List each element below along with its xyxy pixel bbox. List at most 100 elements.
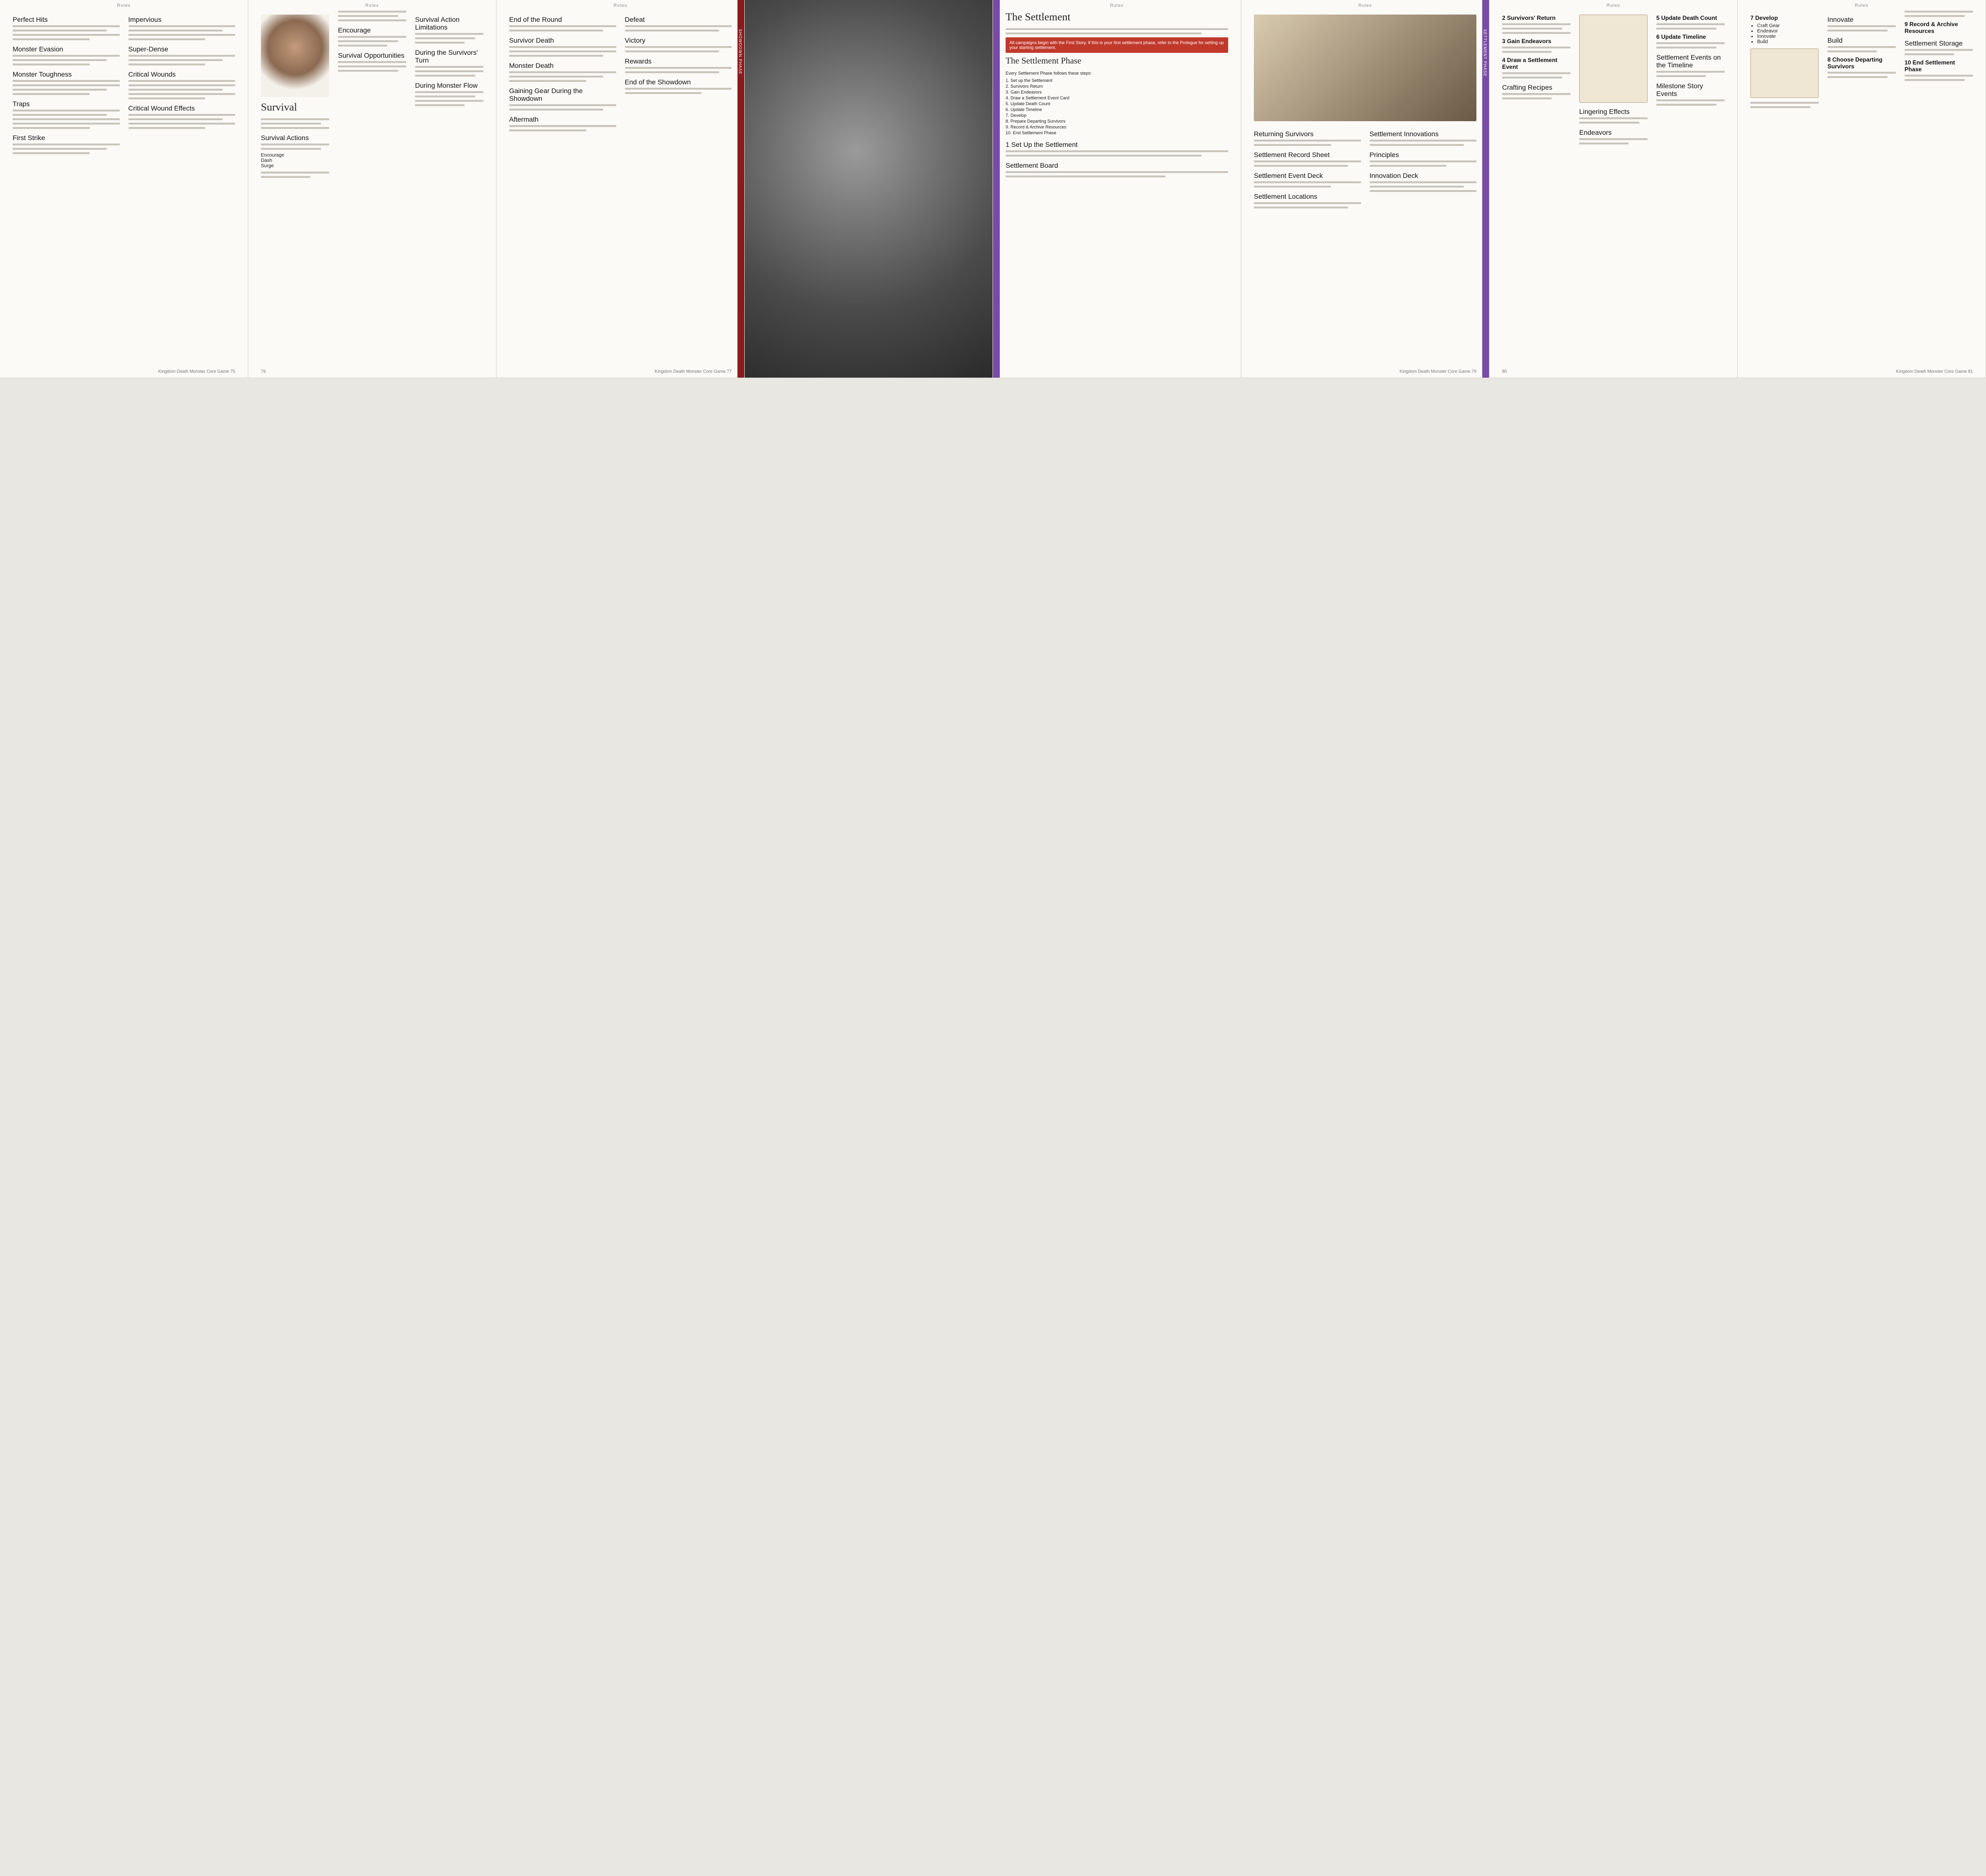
heading: End of the Showdown: [625, 78, 691, 86]
heading: During the Survivors' Turn: [415, 48, 478, 64]
running-label: Rules: [117, 3, 131, 8]
step-item: 7. Develop: [1006, 113, 1027, 118]
section-tab: SHOWDOWN PHASE: [737, 0, 744, 378]
heading: Critical Wounds: [128, 70, 176, 78]
running-label: Rules: [1358, 3, 1372, 8]
heading: Survivor Death: [509, 36, 554, 44]
step-item: 1. Set up the Settlement: [1006, 78, 1053, 83]
step-heading: 4 Draw a Settlement Event: [1502, 57, 1558, 70]
step-item: 10. End Settlement Phase: [1006, 130, 1057, 135]
heading: Principles: [1369, 151, 1399, 159]
step-heading: 10 End Settlement Phase: [1905, 59, 1955, 73]
heading: Monster Toughness: [13, 70, 72, 78]
step-heading: 6 Update Timeline: [1656, 33, 1706, 40]
heading: End of the Round: [509, 16, 562, 23]
step-heading: 5 Update Death Count: [1656, 15, 1717, 21]
action-item: Surge: [261, 163, 274, 169]
heading: Survival Opportunities: [338, 51, 404, 59]
step-heading: 8 Choose Departing Survivors: [1827, 56, 1883, 70]
step-item: 8. Prepare Departing Survivors: [1006, 119, 1066, 124]
settlement-artwork: [745, 0, 993, 378]
heading: Critical Wound Effects: [128, 104, 195, 112]
heading: Perfect Hits: [13, 16, 48, 23]
step-heading: 7 Develop: [1750, 15, 1778, 21]
heading: Crafting Recipes: [1502, 83, 1553, 91]
section-title: The Settlement Phase: [1006, 56, 1081, 65]
heading: Innovate: [1827, 16, 1854, 23]
heading: Impervious: [128, 16, 161, 23]
heading: Settlement Record Sheet: [1254, 151, 1330, 159]
heading: Settlement Locations: [1254, 192, 1317, 200]
page-number: Kingdom Death Monster Core Game 75: [158, 369, 235, 374]
action-item: Encourage: [261, 153, 285, 158]
running-label: Rules: [1855, 3, 1869, 8]
heading: Innovation Deck: [1369, 172, 1418, 179]
heading: Settlement Innovations: [1369, 130, 1439, 138]
heading: Returning Survivors: [1254, 130, 1313, 138]
step-item: 2. Survivors Return: [1006, 84, 1043, 89]
heading: Survival Actions: [261, 134, 309, 142]
page-number: Kingdom Death Monster Core Game 77: [655, 369, 732, 374]
heading: 1 Set Up the Settlement: [1006, 141, 1078, 148]
heading: Victory: [625, 36, 646, 44]
page-number: 76: [261, 369, 266, 374]
page-76: Rules Survival Survival Actions Encourag…: [248, 0, 496, 378]
heading: Rewards: [625, 57, 652, 65]
page-78: Rules The Settlement All campaigns begin…: [993, 0, 1241, 378]
page-title: Survival: [261, 101, 297, 113]
settlement-event-card: [1579, 15, 1648, 103]
heading: Endeavors: [1579, 128, 1612, 136]
running-label: Rules: [1110, 3, 1124, 8]
full-page-illustration: [745, 0, 993, 378]
step-heading: 2 Survivors' Return: [1502, 15, 1556, 21]
heading: Gaining Gear During the Showdown: [509, 87, 583, 102]
step-item: 6. Update Timeline: [1006, 107, 1042, 112]
heading: Settlement Storage: [1905, 39, 1963, 47]
step-heading: 9 Record & Archive Resources: [1905, 21, 1958, 34]
page-80: Rules 2 Survivors' Return 3 Gain Endeavo…: [1490, 0, 1738, 378]
heading: During Monster Flow: [415, 81, 478, 89]
page-number: 80: [1502, 369, 1507, 374]
heading: Milestone Story Events: [1656, 82, 1703, 97]
first-story-callout: All campaigns begin with the First Story…: [1006, 37, 1228, 53]
step-heading: 3 Gain Endeavors: [1502, 38, 1552, 45]
heading: Survival Action Limitations: [415, 16, 460, 31]
steps-list: 1. Set up the Settlement 2. Survivors Re…: [1006, 78, 1228, 136]
heading: First Strike: [13, 134, 45, 142]
heading: Build: [1827, 36, 1843, 44]
page-number: Kingdom Death Monster Core Game 79: [1399, 369, 1476, 374]
step-item: 3. Gain Endeavors: [1006, 90, 1042, 95]
chapter-tab: [993, 0, 1000, 378]
action-list: Encourage Dash Surge: [261, 153, 329, 169]
page-77: Rules End of the Round Survivor Death Mo…: [496, 0, 745, 378]
rulebook-spread-sheet: Rules Perfect Hits Monster Evasion Monst…: [0, 0, 1986, 1876]
section-tab: SETTLEMENT PHASE: [1482, 0, 1489, 378]
action-item: Dash: [261, 158, 272, 163]
page-75: Rules Perfect Hits Monster Evasion Monst…: [0, 0, 248, 378]
heading: Monster Death: [509, 62, 554, 69]
step-item: 9. Record & Archive Resources: [1006, 125, 1067, 129]
page-number: Kingdom Death Monster Core Game 81: [1896, 369, 1973, 374]
heading: Encourage: [338, 26, 371, 34]
heading: Settlement Events on the Timeline: [1656, 53, 1721, 69]
heading: Lingering Effects: [1579, 108, 1630, 115]
heading: Settlement Event Deck: [1254, 172, 1323, 179]
page-81: Rules 7 Develop Craft Gear Endeavor Inno…: [1738, 0, 1986, 378]
page-title: The Settlement: [1006, 11, 1071, 23]
heading: Monster Evasion: [13, 45, 64, 53]
heading: Defeat: [625, 16, 645, 23]
develop-options: Craft Gear Endeavor Innovate Build: [1750, 23, 1819, 45]
survival-illustration: [261, 15, 329, 97]
heading: Super-Dense: [128, 45, 169, 53]
heading: Aftermath: [509, 115, 539, 123]
running-label: Rules: [1606, 3, 1620, 8]
heading: Settlement Board: [1006, 161, 1058, 169]
step-item: 5. Update Death Count: [1006, 101, 1051, 106]
gear-card: [1750, 48, 1819, 98]
step-item: 4. Draw a Settlement Event Card: [1006, 95, 1070, 100]
running-label: Rules: [365, 3, 379, 8]
heading: Traps: [13, 100, 30, 108]
steps-heading: Every Settlement Phase follows these ste…: [1006, 71, 1092, 76]
settlement-board-diagram: [1254, 15, 1476, 121]
page-79: Rules Returning Survivors Settlement Rec…: [1241, 0, 1490, 378]
